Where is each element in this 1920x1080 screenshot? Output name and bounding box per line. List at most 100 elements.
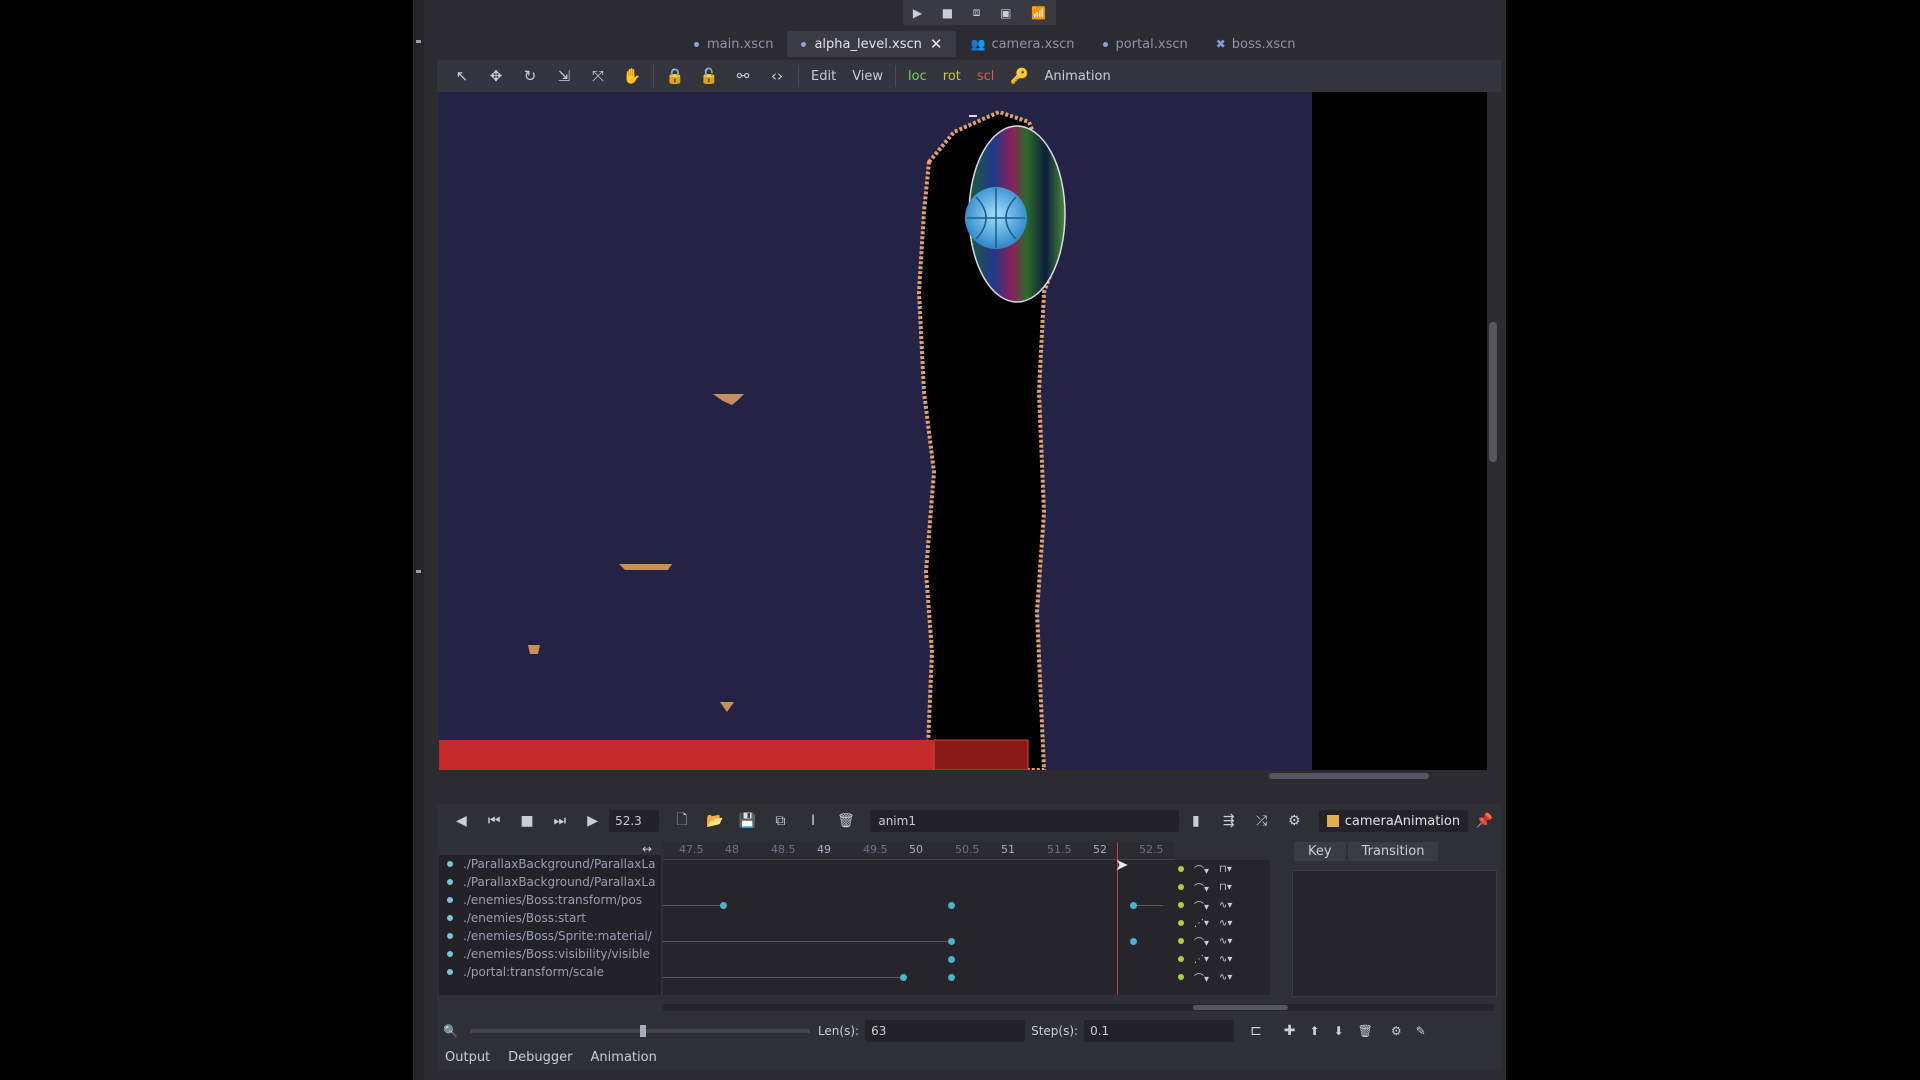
rotate-tool-icon[interactable]: ↻ (513, 67, 547, 85)
step-field[interactable]: 0.1 (1084, 1020, 1235, 1042)
slider-knob[interactable] (639, 1025, 646, 1037)
track-option-row[interactable]: ⌒▾ ∿▾ (1174, 896, 1270, 914)
len-label: Len(s): (817, 1024, 860, 1038)
new-animation-icon[interactable]: 🗋 (665, 809, 698, 833)
autoplay-icon[interactable]: ▮ (1179, 813, 1212, 829)
keyframe[interactable] (1130, 938, 1137, 945)
select-tool-icon[interactable]: ↖ (445, 67, 479, 85)
tab-debugger[interactable]: Debugger (508, 1050, 572, 1065)
rename-animation-icon[interactable]: I (797, 813, 830, 829)
left-dock-strip[interactable] (413, 0, 424, 1080)
play-forward-icon[interactable]: ▶ (576, 813, 609, 829)
settings-gear-icon[interactable]: ⚙ (1278, 813, 1311, 829)
track-option-row[interactable]: ⌒▾ ∿▾ (1174, 968, 1270, 986)
track-option-row[interactable]: ⌒▾ ∿▾ (1174, 932, 1270, 950)
scale-tool-icon[interactable]: ⇲ (547, 67, 581, 85)
ungroup-icon[interactable]: ‹› (760, 67, 794, 85)
track-option-row[interactable]: ⋰▾ ∿▾ (1174, 950, 1270, 968)
timeline-scrollbar[interactable] (663, 1004, 1495, 1011)
stop-button[interactable]: ■ (942, 6, 953, 20)
delete-track-icon[interactable]: 🗑 (1358, 1024, 1373, 1038)
track-row[interactable]: ./ParallaxBackground/ParallaxLa (439, 855, 661, 873)
scroll-thumb[interactable] (1489, 322, 1497, 462)
time-field[interactable]: 52.3 (609, 810, 660, 832)
pan-tool-icon[interactable]: ✋ (615, 67, 649, 85)
dock-grip[interactable] (416, 40, 421, 43)
optimize-gear-icon[interactable]: ⚙ (1391, 1024, 1402, 1038)
group-icon[interactable]: ⚯ (726, 67, 760, 85)
unlock-icon[interactable]: 🔓 (692, 67, 726, 85)
keyframe[interactable] (948, 974, 955, 981)
tab-animation[interactable]: Animation (591, 1050, 657, 1065)
add-track-icon[interactable]: ✚ (1284, 1023, 1296, 1039)
tab-key[interactable]: Key (1294, 842, 1346, 861)
play-custom-button[interactable]: ▣ (1000, 6, 1011, 20)
timeline-ruler[interactable]: 47.5 48 48.5 49 49.5 50 50.5 51 51.5 52 … (663, 842, 1174, 860)
move-tool-icon[interactable]: ✥ (479, 67, 513, 85)
key-icon[interactable]: 🔑 (1002, 67, 1036, 85)
tab-transition[interactable]: Transition (1347, 842, 1439, 861)
track-row[interactable]: ./ParallaxBackground/ParallaxLa (439, 873, 661, 891)
animation-player-select[interactable]: cameraAnimation (1318, 810, 1469, 832)
duplicate-animation-icon[interactable]: ⧉ (764, 813, 797, 829)
edit-icon[interactable]: ✎ (1416, 1024, 1426, 1038)
zoom-slider[interactable] (469, 1025, 810, 1037)
track-row[interactable]: ./enemies/Boss:start (439, 909, 661, 927)
remote-debug-button[interactable]: 📶 (1031, 6, 1046, 20)
update-mode-icon (1178, 956, 1184, 962)
animation-menu[interactable]: Animation (1036, 69, 1118, 84)
scene-viewport[interactable] (439, 92, 1487, 770)
scroll-thumb[interactable] (1193, 1005, 1288, 1010)
track-option-row[interactable]: ⌒▾ ⊓▾ (1174, 878, 1270, 896)
keyframe[interactable] (948, 938, 955, 945)
shuffle-icon[interactable]: ⤮ (1245, 813, 1278, 829)
save-animation-icon[interactable]: 💾 (731, 813, 764, 829)
track-row[interactable]: ./portal:transform/scale (439, 963, 661, 981)
viewport-horizontal-scrollbar[interactable] (439, 770, 1487, 782)
scroll-thumb[interactable] (1269, 773, 1429, 779)
zoom-fit-icon[interactable]: ↔ (642, 842, 652, 856)
keyframe-area[interactable] (663, 860, 1174, 995)
track-row[interactable]: ./enemies/Boss:transform/pos (439, 891, 661, 909)
delete-animation-icon[interactable]: 🗑 (830, 813, 863, 829)
keyframe[interactable] (720, 902, 727, 909)
tab-alpha-level[interactable]: alpha_level.xscn ✕ (787, 31, 957, 57)
keyframe[interactable] (1130, 902, 1137, 909)
ruler-tool-icon[interactable]: ⤧ (581, 67, 615, 85)
length-field[interactable]: 63 (865, 1020, 1026, 1042)
view-menu[interactable]: View (844, 69, 891, 84)
viewport-vertical-scrollbar[interactable] (1487, 92, 1499, 770)
move-up-icon[interactable]: ⬆ (1310, 1024, 1320, 1038)
play-from-start-icon[interactable]: ⏭ (543, 813, 576, 829)
tab-camera[interactable]: 👥 camera.xscn (956, 31, 1089, 57)
play-backwards-icon[interactable]: ◀ (445, 813, 478, 829)
keyframe[interactable] (948, 956, 955, 963)
rot-toggle[interactable]: rot (935, 69, 969, 84)
lock-icon[interactable]: 🔒 (658, 67, 692, 85)
loc-toggle[interactable]: loc (900, 69, 935, 84)
tab-output[interactable]: Output (445, 1050, 490, 1065)
play-scene-button[interactable]: ⧈ (973, 5, 981, 20)
scl-toggle[interactable]: scl (969, 69, 1003, 84)
track-option-row[interactable]: ⋰▾ ∿▾ (1174, 914, 1270, 932)
dock-grip[interactable] (416, 570, 421, 573)
blend-icon[interactable]: ⇶ (1212, 813, 1245, 829)
tab-boss[interactable]: ✖ boss.xscn (1201, 31, 1310, 57)
keyframe[interactable] (900, 974, 907, 981)
stop-animation-icon[interactable]: ■ (511, 813, 544, 829)
track-row[interactable]: ./enemies/Boss/Sprite:material/ (439, 927, 661, 945)
play-backwards-from-end-icon[interactable]: ⏮ (478, 813, 511, 829)
load-animation-icon[interactable]: 📂 (698, 813, 731, 829)
play-button[interactable]: ▶ (913, 6, 922, 20)
tab-main[interactable]: main.xscn (680, 31, 788, 57)
track-row[interactable]: ./enemies/Boss:visibility/visible (439, 945, 661, 963)
track-option-row[interactable]: ⌒▾ ⊓▾ (1174, 860, 1270, 878)
move-down-icon[interactable]: ⬇ (1334, 1024, 1344, 1038)
keyframe[interactable] (948, 902, 955, 909)
loop-icon[interactable]: ⊏ (1250, 1023, 1262, 1039)
animation-name-select[interactable]: anim1 (870, 810, 1180, 832)
close-icon[interactable]: ✕ (930, 35, 943, 53)
edit-menu[interactable]: Edit (803, 69, 844, 84)
pin-icon[interactable]: 📌 (1468, 813, 1501, 829)
tab-portal[interactable]: portal.xscn (1088, 31, 1202, 57)
